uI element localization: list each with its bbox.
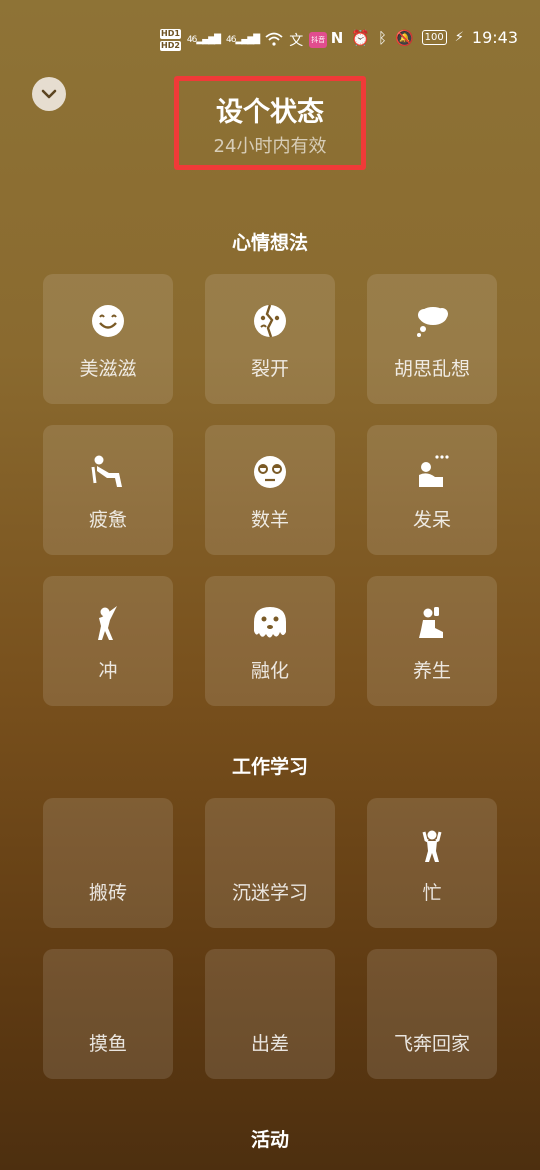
section-title-work: 工作学习 [231,756,308,778]
status-tile-chong[interactable]: 冲 [43,576,173,706]
charge-person-icon [98,606,117,640]
meditate-person-icon [419,607,443,638]
tired-person-icon [91,455,122,487]
status-tile-moyu[interactable]: 摸鱼 [43,949,173,1079]
mute-icon: 🔕 [394,28,414,47]
status-tile-label: 养生 [412,660,451,682]
status-tile-shuyang[interactable]: 数羊 [205,425,335,555]
melting-face-icon [254,607,286,638]
cracked-face-icon [254,304,286,338]
daze-person-icon [419,455,449,487]
status-tile-label: 飞奔回家 [393,1033,470,1055]
status-tile-pibei[interactable]: 疲惫 [43,425,173,555]
thought-cloud-icon [417,307,448,337]
signal-2-icon: 46▂▄▆█ [226,35,260,45]
signal-1-label: 46 [186,35,198,45]
charging-icon: ⚡ [454,30,464,45]
sleepy-face-icon [254,456,286,488]
signal-1-icon: 46▂▄▆█ [186,35,221,45]
page-title: 设个状态 [216,97,324,128]
status-tile-label: 出差 [250,1033,289,1055]
clock: 19:43 [471,28,518,47]
status-tile-meizizi[interactable]: 美滋滋 [43,274,173,404]
status-tile-label: 疲惫 [88,509,127,531]
status-tile-label: 裂开 [250,358,289,380]
status-tile-label: 摸鱼 [88,1033,127,1055]
status-left: HD1 HD2 46▂▄▆█ 46▂▄▆█ 文 抖音 [160,28,328,52]
status-tile-label: 沉迷学习 [231,882,308,904]
status-tile-banzhuan[interactable]: 搬砖 [43,798,173,928]
status-tile-label: 美滋滋 [79,358,137,380]
signal-2-label: 46 [226,35,237,45]
hd-indicator: HD1 HD2 [160,28,181,52]
hd1-label: HD1 [160,29,181,39]
alarm-icon: ⏰ [351,28,370,47]
status-tile-liekai[interactable]: 裂开 [205,274,335,404]
status-tile-chuchai[interactable]: 出差 [205,949,335,1079]
status-bar: HD1 HD2 46▂▄▆█ 46▂▄▆█ 文 抖音 N ⏰ ᛒ 🔕 100 ⚡… [0,22,540,58]
status-tile-label: 融化 [250,660,289,682]
translate-icon: 文 [289,33,304,49]
status-tile-mang[interactable]: 忙 [367,798,497,928]
busy-person-icon [422,830,442,862]
wifi-icon [265,32,283,49]
status-tile-label: 数羊 [250,509,289,531]
bluetooth-icon: ᛒ [377,28,387,47]
status-tile-label: 忙 [422,882,442,904]
smile-icon [92,305,124,337]
nfc-icon: N [330,28,344,47]
status-right: N ⏰ ᛒ 🔕 100 ⚡ 19:43 [331,28,518,47]
status-tile-ronghua[interactable]: 融化 [205,576,335,706]
status-tile-label: 胡思乱想 [393,358,470,380]
status-tile-chenmixuexi[interactable]: 沉迷学习 [205,798,335,928]
page-subtitle: 24小时内有效 [213,136,327,157]
status-tile-feibenhuijia[interactable]: 飞奔回家 [367,949,497,1079]
status-tile-yangsheng[interactable]: 养生 [367,576,497,706]
app-badge-icon: 抖音 [309,32,328,48]
section-title-activity: 活动 [250,1129,289,1151]
status-tile-husiluanxiang[interactable]: 胡思乱想 [367,274,497,404]
mood-grid: 美滋滋 裂开 胡思乱想 疲惫 数羊 发呆 冲 融化 养生 [43,274,497,706]
status-tile-label: 冲 [98,660,118,682]
battery-icon: 100 [421,30,447,45]
section-title-mood: 心情想法 [231,232,308,254]
status-tile-label: 发呆 [412,509,451,531]
status-tile-fadai[interactable]: 发呆 [367,425,497,555]
status-tile-label: 搬砖 [88,882,127,904]
hd2-label: HD2 [160,41,181,51]
work-grid: 搬砖 沉迷学习 忙 摸鱼 出差 飞奔回家 [43,798,497,1079]
